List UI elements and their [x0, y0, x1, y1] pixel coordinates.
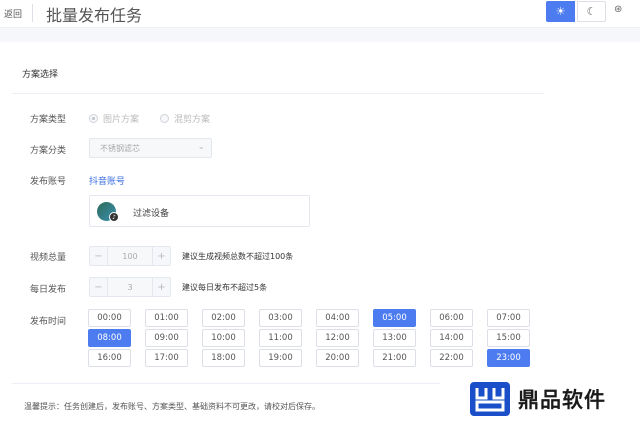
minus-icon[interactable]: − [90, 278, 108, 296]
time-slot[interactable]: 19:00 [259, 349, 302, 367]
moon-icon: ☾ [586, 5, 597, 18]
scheme-type-label: 方案类型 [30, 115, 67, 125]
video-total-hint: 建议生成视频总数不超过100条 [182, 252, 294, 261]
video-total-stepper[interactable]: − 100 + [89, 246, 171, 266]
light-theme-button[interactable]: ☀ [546, 1, 575, 22]
radio-dot [160, 114, 169, 123]
back-link[interactable]: 返回 [4, 7, 22, 20]
radio-mix-scheme[interactable]: 混剪方案 [160, 112, 210, 125]
plus-icon[interactable]: + [152, 278, 170, 296]
radio-label: 图片方案 [103, 115, 140, 125]
time-slot[interactable]: 13:00 [373, 329, 416, 347]
time-slot[interactable]: 04:00 [316, 309, 359, 327]
time-slot[interactable]: 00:00 [88, 309, 131, 327]
stepper-value[interactable]: 3 [108, 278, 152, 296]
time-slot[interactable]: 08:00 [88, 329, 131, 347]
watermark-text: 鼎品软件 [518, 388, 606, 412]
platform-account-link[interactable]: 抖音账号 [89, 174, 125, 187]
video-total-label: 视频总量 [30, 253, 67, 263]
account-label: 发布账号 [30, 177, 67, 187]
daily-publish-stepper[interactable]: − 3 + [89, 277, 171, 297]
time-slot[interactable]: 18:00 [202, 349, 245, 367]
plus-icon[interactable]: + [152, 247, 170, 265]
select-value: 不锈钢滤芯 [100, 144, 140, 153]
time-slot[interactable]: 14:00 [430, 329, 473, 347]
time-slot[interactable]: 10:00 [202, 329, 245, 347]
header-divider [32, 4, 33, 22]
time-slot[interactable]: 16:00 [88, 349, 131, 367]
footer-divider [12, 383, 440, 384]
scheme-category-select[interactable]: 不锈钢滤芯 ⌄ [89, 138, 212, 158]
radio-label: 混剪方案 [174, 115, 211, 125]
time-slot[interactable]: 02:00 [202, 309, 245, 327]
time-slot[interactable]: 17:00 [145, 349, 188, 367]
daily-publish-label: 每日发布 [30, 285, 67, 295]
radio-image-scheme[interactable]: 图片方案 [89, 112, 139, 125]
device-card[interactable]: ♪ 过滤设备 [89, 195, 310, 227]
section-divider [12, 93, 544, 94]
translate-icon[interactable]: ⊛ [614, 4, 622, 15]
time-slot[interactable]: 22:00 [430, 349, 473, 367]
publish-time-label: 发布时间 [30, 317, 67, 327]
stepper-value[interactable]: 100 [108, 247, 152, 265]
page-header: 返回 批量发布任务 ☀ ☾ ⊛ [0, 0, 640, 28]
time-slot[interactable]: 15:00 [487, 329, 530, 347]
time-slot[interactable]: 09:00 [145, 329, 188, 347]
daily-publish-hint: 建议每日发布不超过5条 [182, 283, 268, 292]
time-slot[interactable]: 06:00 [430, 309, 473, 327]
time-slot[interactable]: 11:00 [259, 329, 302, 347]
minus-icon[interactable]: − [90, 247, 108, 265]
brand-logo-icon [470, 382, 510, 416]
radio-dot [89, 114, 98, 123]
footer-tip: 温馨提示：任务创建后，发布账号、方案类型、基础资料不可更改，请校对后保存。 [24, 402, 320, 411]
page-title: 批量发布任务 [46, 6, 143, 25]
time-slot[interactable]: 03:00 [259, 309, 302, 327]
tiktok-icon: ♪ [109, 212, 119, 222]
time-slot[interactable]: 21:00 [373, 349, 416, 367]
scheme-category-label: 方案分类 [30, 146, 67, 156]
time-slot[interactable]: 01:00 [145, 309, 188, 327]
sun-icon: ☀ [555, 5, 566, 18]
dark-theme-button[interactable]: ☾ [577, 1, 606, 22]
time-slot[interactable]: 20:00 [316, 349, 359, 367]
header-band [0, 28, 640, 42]
time-slot[interactable]: 12:00 [316, 329, 359, 347]
device-name: 过滤设备 [133, 209, 170, 219]
time-slot[interactable]: 05:00 [373, 309, 416, 327]
section-title: 方案选择 [22, 70, 59, 80]
time-slot[interactable]: 23:00 [487, 349, 530, 367]
time-slot[interactable]: 07:00 [487, 309, 530, 327]
watermark-logo: 鼎品软件 [468, 380, 606, 418]
chevron-down-icon: ⌄ [197, 142, 205, 152]
